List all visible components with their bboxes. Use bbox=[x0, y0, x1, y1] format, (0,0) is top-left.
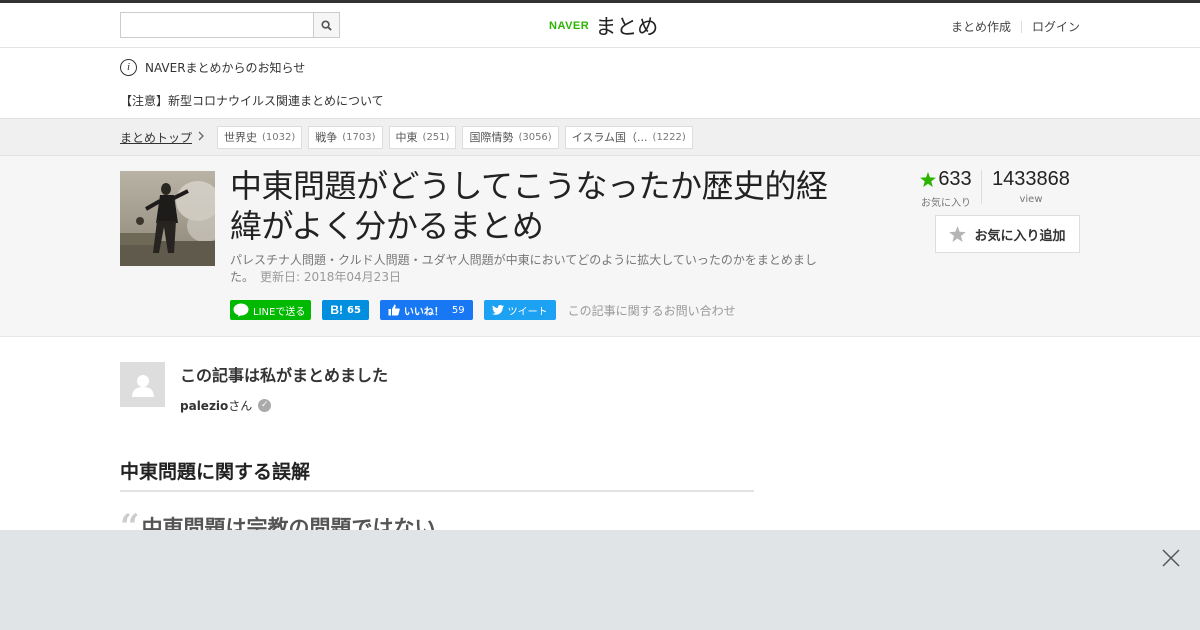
search-icon bbox=[321, 19, 332, 31]
author-heading: この記事は私がまとめました bbox=[180, 366, 389, 385]
default-avatar-icon bbox=[131, 374, 154, 397]
share-bar: LINEで送る B! 65 いいね！ 59 ツイート この記事に関するお問い合わ… bbox=[230, 300, 736, 320]
facebook-like-button[interactable]: いいね！ 59 bbox=[379, 300, 473, 320]
hatena-count: 65 bbox=[347, 304, 361, 316]
updated-date: 更新日: 2018年04月23日 bbox=[260, 270, 401, 284]
tag-count: (1703) bbox=[342, 131, 376, 143]
article-header: 中東問題がどうしてこうなったか歴史的経緯がよく分かるまとめ パレスチナ人問題・ク… bbox=[0, 156, 1200, 337]
tag-world-history[interactable]: 世界史 (1032) bbox=[217, 125, 303, 149]
tag-label: 中東 bbox=[395, 131, 418, 144]
tag-label: 世界史 bbox=[224, 131, 258, 144]
create-matome-link[interactable]: まとめ作成 bbox=[951, 18, 1011, 35]
tag-international-affairs[interactable]: 国際情勢 (3056) bbox=[462, 125, 559, 149]
site-logo[interactable]: NAVER まとめ bbox=[549, 11, 658, 41]
author-user: palezioさん ✓ bbox=[180, 397, 388, 414]
views-count: 1433868 bbox=[992, 168, 1070, 190]
facebook-like-label: いいね！ bbox=[403, 306, 444, 318]
tag-islamic-state[interactable]: イスラム国（... (1222) bbox=[564, 125, 693, 149]
logo-name: まとめ bbox=[595, 15, 659, 39]
favorites-label: お気に入り bbox=[921, 198, 971, 209]
add-favorite-button[interactable]: お気に入り追加 bbox=[935, 215, 1080, 253]
login-link[interactable]: ログイン bbox=[1032, 18, 1080, 35]
hatena-bookmark-button[interactable]: B! 65 bbox=[322, 300, 369, 320]
search-input[interactable] bbox=[121, 13, 313, 37]
tag-count: (1222) bbox=[652, 131, 686, 143]
tag-middle-east[interactable]: 中東 (251) bbox=[388, 125, 457, 149]
section-heading: 中東問題に関する誤解 bbox=[120, 457, 754, 492]
facebook-like-count: 59 bbox=[451, 304, 465, 316]
article-thumbnail bbox=[120, 171, 215, 266]
hatena-icon: B! bbox=[330, 303, 343, 317]
tag-war[interactable]: 戦争 (1703) bbox=[308, 125, 383, 149]
tag-label: イスラム国（... bbox=[571, 131, 648, 144]
bottom-ad-overlay bbox=[0, 530, 1200, 630]
avatar[interactable] bbox=[120, 362, 165, 407]
author-username[interactable]: palezio bbox=[180, 399, 228, 413]
logo-brand: NAVER bbox=[549, 20, 590, 32]
close-button[interactable] bbox=[1161, 548, 1181, 568]
contact-link[interactable]: この記事に関するお問い合わせ bbox=[568, 302, 736, 319]
chevron-right-icon bbox=[198, 130, 205, 144]
close-icon bbox=[1162, 549, 1180, 567]
notice-area: i NAVERまとめからのお知らせ 【注意】新型コロナウイルス関連まとめについて bbox=[0, 48, 1200, 118]
notice-link[interactable]: 【注意】新型コロナウイルス関連まとめについて bbox=[120, 92, 384, 109]
views-label: view bbox=[1019, 194, 1043, 205]
header-nav: まとめ作成 ログイン bbox=[951, 18, 1080, 35]
breadcrumb: まとめトップ 世界史 (1032) 戦争 (1703) 中東 (251) 国際情勢 (3… bbox=[0, 118, 1200, 156]
tweet-label: ツイート bbox=[507, 306, 548, 318]
tag-count: (3056) bbox=[518, 131, 552, 143]
nav-divider bbox=[1020, 20, 1022, 33]
search-box bbox=[120, 12, 340, 38]
breadcrumb-top-link[interactable]: まとめトップ bbox=[120, 129, 192, 146]
site-header: NAVER まとめ まとめ作成 ログイン bbox=[0, 3, 1200, 48]
info-icon: i bbox=[120, 59, 137, 76]
author-suffix: さん bbox=[228, 399, 253, 413]
favorites-count: 633 bbox=[938, 168, 972, 190]
author-block: この記事は私がまとめました palezioさん ✓ bbox=[120, 362, 388, 414]
article-description: パレスチナ人問題・クルド人問題・ユダヤ人問題が中東においてどのように拡大していっ… bbox=[230, 252, 825, 286]
line-icon bbox=[233, 303, 249, 317]
notice-title: NAVERまとめからのお知らせ bbox=[145, 61, 306, 75]
line-share-button[interactable]: LINEで送る bbox=[230, 300, 312, 320]
favorites-stat: 633 お気に入り bbox=[911, 166, 981, 209]
tag-label: 戦争 bbox=[315, 131, 338, 144]
add-favorite-label: お気に入り追加 bbox=[974, 228, 1066, 244]
views-stat: 1433868 view bbox=[982, 166, 1080, 205]
twitter-bird-icon bbox=[491, 305, 504, 315]
search-button[interactable] bbox=[313, 13, 339, 37]
tag-count: (251) bbox=[422, 131, 450, 143]
article-title: 中東問題がどうしてこうなったか歴史的経緯がよく分かるまとめ bbox=[230, 167, 828, 245]
article-stats: 633 お気に入り 1433868 view bbox=[911, 166, 1080, 209]
verified-check-icon: ✓ bbox=[258, 399, 272, 412]
tweet-button[interactable]: ツイート bbox=[483, 300, 556, 320]
thumbs-up-icon bbox=[388, 304, 400, 316]
star-icon bbox=[920, 171, 937, 187]
star-outline-icon bbox=[949, 226, 967, 242]
line-share-label: LINEで送る bbox=[253, 306, 306, 318]
tag-count: (1032) bbox=[262, 131, 296, 143]
tag-label: 国際情勢 bbox=[469, 131, 514, 144]
